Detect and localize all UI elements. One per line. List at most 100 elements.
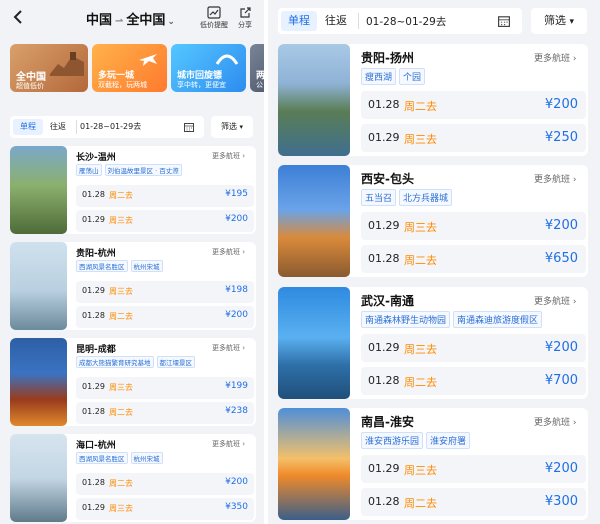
attraction-tag[interactable]: 淮安西游乐园: [361, 432, 424, 449]
flight-date: 01.28: [368, 98, 400, 111]
flight-row[interactable]: 01.29 周三去 ¥350: [76, 498, 254, 520]
attraction-tag[interactable]: 成都大熊猫繁育研究基地: [76, 356, 154, 368]
tab-roundtrip[interactable]: 往返: [45, 119, 71, 135]
route-name: 西安-包头: [361, 172, 414, 186]
attraction-tag[interactable]: 西湖风景名胜区: [76, 260, 128, 272]
flight-row[interactable]: 01.28 周二去 ¥200: [361, 91, 586, 119]
tab-roundtrip[interactable]: 往返: [320, 11, 352, 31]
flight-weekday: 周二去: [109, 191, 133, 200]
price-chart-icon: [207, 6, 221, 19]
chevron-down-icon: ▾: [569, 17, 575, 27]
flight-row[interactable]: 01.29 周三去 ¥199: [76, 377, 254, 399]
route-card[interactable]: 南昌-淮安 更多航班 › 淮安西游乐园 淮安府署 01.29 周三去 ¥200 0…: [278, 408, 588, 520]
flight-price: ¥195: [225, 189, 248, 199]
flight-weekday: 周三去: [404, 221, 437, 234]
banner-boomerang[interactable]: 城市回旋镖 享中转，更便宜: [171, 44, 246, 92]
flight-row[interactable]: 01.29 周三去 ¥198: [76, 281, 254, 303]
flight-row[interactable]: 01.29 周三去 ¥200: [76, 210, 254, 232]
share-button[interactable]: 分享: [238, 6, 252, 30]
filter-button[interactable]: 筛选 ▾: [211, 116, 253, 138]
flight-date: 01.29: [82, 382, 105, 391]
flight-row[interactable]: 01.28 周二去 ¥200: [76, 473, 254, 495]
route-card[interactable]: 贵阳-杭州 更多航班 › 西湖风景名胜区 杭州宋城 01.29 周三去 ¥198 …: [10, 242, 256, 330]
attraction-tag[interactable]: 都江堰景区: [156, 356, 195, 368]
destination-photo: [10, 242, 67, 330]
flight-weekday: 周三去: [109, 383, 133, 392]
price-alert-button[interactable]: 低价提醒: [200, 6, 228, 30]
route-card[interactable]: 贵阳-扬州 更多航班 › 瘦西湖 个园 01.28 周二去 ¥200 01.29 …: [278, 44, 588, 156]
flight-row[interactable]: 01.29 周三去 ¥200: [361, 334, 586, 362]
more-flights-link[interactable]: 更多航班 ›: [534, 172, 576, 185]
attraction-tag[interactable]: 刘伯温故里景区 · 百丈漈: [104, 164, 182, 176]
tab-oneway[interactable]: 单程: [13, 119, 43, 135]
attraction-tag[interactable]: 五当召: [361, 189, 397, 206]
banner-all-china[interactable]: 全中国 超值低价: [10, 44, 88, 92]
more-flights-link[interactable]: 更多航班 ›: [212, 439, 245, 449]
route-card[interactable]: 海口-杭州 更多航班 › 西湖风景名胜区 杭州宋城 01.28 周二去 ¥200 …: [10, 434, 256, 522]
attraction-tag[interactable]: 北方兵器城: [399, 189, 453, 206]
more-flights-link[interactable]: 更多航班 ›: [212, 247, 245, 257]
attraction-tag[interactable]: 西湖风景名胜区: [76, 452, 128, 464]
flight-row[interactable]: 01.29 周三去 ¥200: [361, 212, 586, 240]
banner-multi-city[interactable]: 多玩一城 双截程，玩两城: [92, 44, 167, 92]
more-flights-link[interactable]: 更多航班 ›: [534, 51, 576, 64]
route-card[interactable]: 长沙-温州 更多航班 › 雁荡山 刘伯温故里景区 · 百丈漈 01.28 周二去 …: [10, 146, 256, 234]
filter-button[interactable]: 筛选 ▾: [531, 8, 587, 34]
banner-partial[interactable]: 两 公: [250, 44, 264, 92]
more-flights-link[interactable]: 更多航班 ›: [212, 151, 245, 161]
divider: [76, 120, 77, 134]
flight-price: ¥200: [225, 214, 248, 224]
banner-subtitle: 享中转，更便宜: [177, 81, 226, 89]
share-icon: [239, 7, 251, 18]
flight-row[interactable]: 01.29 周三去 ¥250: [361, 124, 586, 152]
route-card[interactable]: 西安-包头 更多航班 › 五当召 北方兵器城 01.29 周三去 ¥200 01.…: [278, 165, 588, 277]
attraction-tag[interactable]: 杭州宋城: [130, 260, 163, 272]
date-range[interactable]: 01-28~01-29去: [80, 121, 141, 132]
attraction-tag[interactable]: 南通森迪旅游度假区: [453, 311, 543, 328]
right-screen: 单程 往返 01-28~01-29去 筛选 ▾ 贵阳-扬州 更多航班 › 瘦西湖…: [268, 0, 600, 524]
attraction-tags: 雁荡山 刘伯温故里景区 · 百丈漈: [76, 164, 256, 176]
chevron-down-icon: ⌄: [167, 17, 175, 27]
attraction-tag[interactable]: 南通森林野生动物园: [361, 311, 451, 328]
more-flights-link[interactable]: 更多航班 ›: [534, 415, 576, 428]
flight-row[interactable]: 01.28 周二去 ¥650: [361, 245, 586, 273]
flight-row[interactable]: 01.28 周二去 ¥238: [76, 402, 254, 424]
origin-label: 中国: [86, 13, 113, 28]
destination-photo: [278, 408, 350, 520]
tab-oneway[interactable]: 单程: [281, 11, 317, 31]
flight-row[interactable]: 01.28 周二去 ¥700: [361, 367, 586, 395]
date-range[interactable]: 01-28~01-29去: [366, 14, 446, 29]
destination-photo: [10, 434, 67, 522]
flight-date: 01.29: [82, 503, 105, 512]
trip-type-bar: 单程 往返 01-28~01-29去: [278, 8, 522, 34]
flight-weekday: 周二去: [404, 100, 437, 113]
flight-price: ¥238: [225, 406, 248, 416]
flight-row[interactable]: 01.29 周三去 ¥200: [361, 455, 586, 483]
flight-date: 01.28: [368, 495, 400, 508]
route-card[interactable]: 武汉-南通 更多航班 › 南通森林野生动物园 南通森迪旅游度假区 01.29 周三…: [278, 287, 588, 399]
attraction-tag[interactable]: 瘦西湖: [361, 68, 397, 85]
more-flights-link[interactable]: 更多航班 ›: [534, 294, 576, 307]
attraction-tag[interactable]: 雁荡山: [76, 164, 102, 176]
share-label: 分享: [238, 21, 252, 29]
more-flights-link[interactable]: 更多航班 ›: [212, 343, 245, 353]
destination-photo: [278, 165, 350, 277]
flight-date: 01.29: [368, 131, 400, 144]
route-selector[interactable]: 中国 ⇀ 全中国 ⌄: [86, 9, 175, 28]
attraction-tag[interactable]: 杭州宋城: [130, 452, 163, 464]
attraction-tag[interactable]: 个园: [399, 68, 426, 85]
route-name: 贵阳-杭州: [76, 249, 116, 259]
flight-date: 01.28: [368, 374, 400, 387]
route-card[interactable]: 昆明-成都 更多航班 › 成都大熊猫繁育研究基地 都江堰景区 01.29 周三去 …: [10, 338, 256, 426]
attraction-tag[interactable]: 淮安府署: [426, 432, 471, 449]
flight-row[interactable]: 01.28 周二去 ¥300: [361, 488, 586, 516]
calendar-icon[interactable]: [184, 122, 194, 132]
back-arrow-icon[interactable]: [10, 8, 28, 26]
top-bar: 中国 ⇀ 全中国 ⌄ 低价提醒 分享: [0, 0, 264, 36]
flight-row[interactable]: 01.28 周二去 ¥200: [76, 306, 254, 328]
banner-subtitle: 双截程，玩两城: [98, 81, 147, 89]
flight-row[interactable]: 01.28 周二去 ¥195: [76, 185, 254, 207]
flight-price: ¥200: [544, 218, 578, 233]
filter-label: 筛选: [220, 122, 237, 131]
calendar-icon[interactable]: [498, 15, 510, 27]
